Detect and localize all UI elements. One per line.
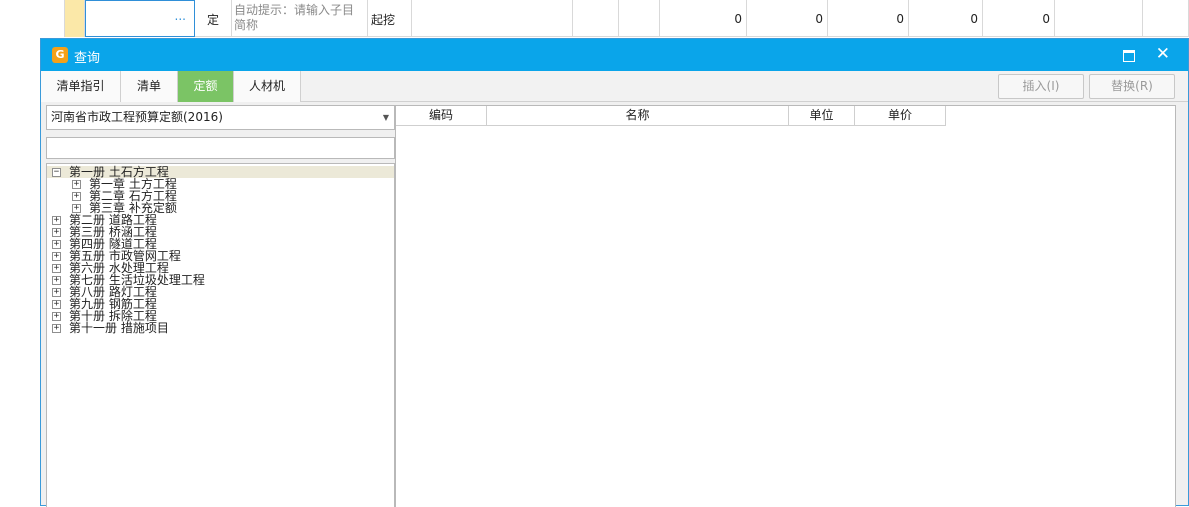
item-name-cell: 起挖	[368, 0, 412, 37]
maximize-icon[interactable]	[1122, 48, 1136, 62]
name-hint-cell[interactable]: 自动提示：请输入子目简称	[232, 0, 368, 37]
tree-search-input[interactable]	[46, 137, 395, 159]
dialog-titlebar[interactable]: G 查询 ✕	[41, 39, 1188, 71]
table-row: ... 定 自动提示：请输入子目简称 起挖 0 0 0 0 0	[0, 0, 1189, 37]
quota-library-select[interactable]: 河南省市政工程预算定额(2016) ▼	[46, 105, 395, 130]
expand-icon[interactable]: +	[52, 216, 61, 225]
quota-grid: 编码 名称 单位 单价	[395, 105, 1176, 507]
chevron-down-icon[interactable]: ▼	[383, 106, 389, 129]
row-marker-cell	[65, 0, 85, 37]
expand-icon[interactable]: +	[52, 312, 61, 321]
expand-icon[interactable]: +	[52, 324, 61, 333]
column-header-unit[interactable]: 单位	[789, 106, 855, 126]
expand-icon[interactable]: +	[52, 300, 61, 309]
empty-cell	[1055, 0, 1143, 37]
expand-icon[interactable]: +	[52, 288, 61, 297]
value-cell: 0	[983, 0, 1055, 37]
tab-quota[interactable]: 定额	[178, 71, 234, 102]
empty-cell	[412, 0, 573, 37]
expand-icon[interactable]: +	[52, 276, 61, 285]
tree-node[interactable]: + 第十一册 措施项目	[47, 322, 394, 334]
tab-bar: 清单指引 清单 定额 人材机 插入(I) 替换(R)	[41, 71, 1188, 102]
column-header-unit-price[interactable]: 单价	[855, 106, 946, 126]
expand-icon[interactable]: +	[72, 204, 81, 213]
expand-icon[interactable]: +	[52, 264, 61, 273]
replace-button[interactable]: 替换(R)	[1089, 74, 1175, 99]
column-header-name[interactable]: 名称	[487, 106, 789, 126]
empty-cell	[619, 0, 660, 37]
tab-list[interactable]: 清单	[121, 71, 178, 102]
library-select-value: 河南省市政工程预算定额(2016)	[51, 110, 223, 124]
row-number-cell	[0, 0, 65, 37]
insert-button[interactable]: 插入(I)	[998, 74, 1084, 99]
value-cell: 0	[909, 0, 983, 37]
expand-icon[interactable]: +	[52, 252, 61, 261]
tree-node-label: 第十一册 措施项目	[69, 321, 169, 335]
empty-cell	[573, 0, 619, 37]
app-logo-icon: G	[52, 47, 68, 63]
value-cell: 0	[828, 0, 909, 37]
empty-cell	[1143, 0, 1189, 37]
tab-list-guide[interactable]: 清单指引	[41, 71, 121, 102]
code-cell[interactable]: ...	[85, 0, 195, 37]
value-cell: 0	[660, 0, 747, 37]
column-header-code[interactable]: 编码	[396, 106, 487, 126]
query-dialog: G 查询 ✕ 清单指引 清单 定额 人材机 插入(I) 替换(R) 河南省市政工…	[40, 38, 1189, 507]
code-picker-button[interactable]: ...	[175, 9, 186, 23]
expand-icon[interactable]: +	[52, 240, 61, 249]
close-icon[interactable]: ✕	[1156, 45, 1170, 63]
left-panel: 河南省市政工程预算定额(2016) ▼ − 第一册 土石方工程 + 第一章 土方工程 +…	[44, 105, 395, 507]
type-cell: 定	[195, 0, 232, 37]
expand-icon[interactable]: +	[52, 228, 61, 237]
dialog-title: 查询	[74, 51, 101, 66]
value-cell: 0	[747, 0, 828, 37]
expand-icon[interactable]: +	[72, 192, 81, 201]
expand-icon[interactable]: +	[72, 180, 81, 189]
collapse-icon[interactable]: −	[52, 168, 61, 177]
chapter-tree: − 第一册 土石方工程 + 第一章 土方工程 + 第二章 石方工程 + 第三章 补充定额 + 第二…	[46, 163, 395, 507]
tab-labor-material-machine[interactable]: 人材机	[234, 71, 301, 102]
